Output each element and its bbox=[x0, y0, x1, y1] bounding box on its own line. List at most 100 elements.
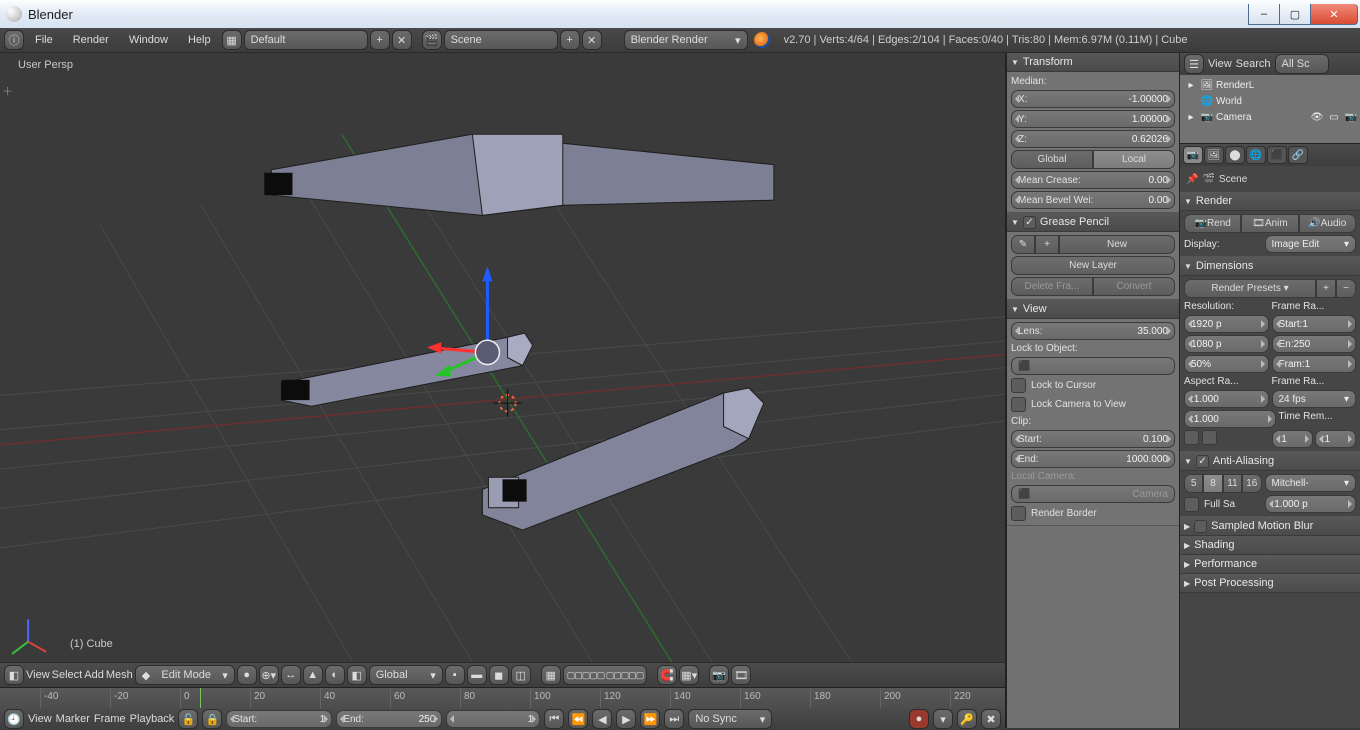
res-x-field[interactable]: 1920 p bbox=[1184, 315, 1269, 333]
timeline-ruler[interactable]: -40 -20 0 20 40 60 80 100 120 140 160 18… bbox=[0, 688, 1005, 708]
tl-menu-playback[interactable]: Playback bbox=[130, 713, 175, 725]
median-y-field[interactable]: Y:1.00000 bbox=[1011, 110, 1175, 128]
editor-type-timeline-icon[interactable]: 🕘 bbox=[4, 709, 24, 729]
tl-preview-range-icon[interactable]: 🔒 bbox=[202, 709, 222, 729]
frame-start-field[interactable]: Start:1 bbox=[1272, 315, 1357, 333]
remap-new-field[interactable]: :1 bbox=[1315, 430, 1356, 448]
panel-dimensions-header[interactable]: ▼Dimensions bbox=[1180, 257, 1360, 276]
screen-layout-icon[interactable]: ▦ bbox=[222, 30, 242, 50]
space-global-button[interactable]: Global bbox=[1011, 150, 1093, 169]
screen-layout-dropdown[interactable]: Default bbox=[244, 30, 368, 50]
full-sample-checkbox[interactable] bbox=[1184, 497, 1199, 512]
outliner-row-renderlayers[interactable]: ▸🖼RenderL bbox=[1180, 77, 1360, 93]
tl-menu-frame[interactable]: Frame bbox=[94, 713, 126, 725]
aspect-x-field[interactable]: :1.000 bbox=[1184, 390, 1269, 408]
screen-layout-remove-button[interactable]: ✕ bbox=[392, 30, 412, 50]
gp-new-button[interactable]: New bbox=[1059, 235, 1175, 254]
view3d-menu-mesh[interactable]: Mesh bbox=[106, 669, 133, 681]
preset-add-button[interactable]: + bbox=[1316, 279, 1336, 298]
outliner-row-world[interactable]: ▸🌐World bbox=[1180, 93, 1360, 109]
shading-solid-icon[interactable]: ● bbox=[237, 665, 257, 685]
tl-key-delete-icon[interactable]: ✖ bbox=[981, 709, 1001, 729]
panel-render-header[interactable]: ▼Render bbox=[1180, 192, 1360, 211]
median-x-field[interactable]: X:-1.00000 bbox=[1011, 90, 1175, 108]
layer-buttons[interactable]: ▢▢▢▢▢ ▢▢▢▢▢ bbox=[563, 665, 648, 685]
clip-start-field[interactable]: Start:0.100 bbox=[1011, 430, 1175, 448]
tl-key-insert-icon[interactable]: 🔑 bbox=[957, 709, 977, 729]
aa-16-button[interactable]: 16 bbox=[1242, 474, 1261, 493]
lock-camera-checkbox[interactable] bbox=[1011, 397, 1026, 412]
panel-transform-header[interactable]: ▼Transform bbox=[1007, 53, 1179, 72]
manipulator-toggle-icon[interactable]: ↔ bbox=[281, 665, 301, 685]
limit-selection-icon[interactable]: ◫ bbox=[511, 665, 531, 685]
space-toggle[interactable]: Global Local bbox=[1011, 150, 1175, 169]
snap-toggle-icon[interactable]: 🧲 bbox=[657, 665, 677, 685]
tl-rangelock-icon[interactable]: 🔓 bbox=[178, 709, 198, 729]
manip-translate-icon[interactable]: ▲ bbox=[303, 665, 323, 685]
outliner-row-camera[interactable]: ▸📷Camera👁▭📷 bbox=[1180, 109, 1360, 125]
panel-shading-header[interactable]: ▶Shading bbox=[1180, 536, 1360, 555]
fps-dropdown[interactable]: 24 fps▾ bbox=[1272, 390, 1357, 408]
props-tab-object-icon[interactable]: ⬛ bbox=[1267, 146, 1287, 164]
render-image-button[interactable]: 📷Rend bbox=[1184, 214, 1241, 233]
border-checkbox[interactable] bbox=[1184, 430, 1199, 445]
median-z-field[interactable]: Z:0.62026 bbox=[1011, 130, 1175, 148]
clip-end-field[interactable]: End:1000.000 bbox=[1011, 450, 1175, 468]
manip-scale-icon[interactable]: ◧ bbox=[347, 665, 367, 685]
res-y-field[interactable]: 1080 p bbox=[1184, 335, 1269, 353]
render-anim-button[interactable]: 🎞Anim bbox=[1241, 214, 1298, 233]
tl-jump-start-icon[interactable]: ⏮ bbox=[544, 709, 564, 729]
eye-icon[interactable]: 👁 bbox=[1310, 110, 1324, 124]
snap-element-icon[interactable]: ▦▾ bbox=[679, 665, 699, 685]
menu-window[interactable]: Window bbox=[120, 31, 177, 49]
mode-dropdown[interactable]: ◆Edit Mode▾ bbox=[135, 665, 235, 685]
tl-jump-end-icon[interactable]: ⏭ bbox=[664, 709, 684, 729]
remap-old-field[interactable]: :1 bbox=[1272, 430, 1313, 448]
aspect-y-field[interactable]: :1.000 bbox=[1184, 410, 1276, 428]
tl-keyframe-prev-icon[interactable]: ⏪ bbox=[568, 709, 588, 729]
menu-render[interactable]: Render bbox=[64, 31, 118, 49]
window-maximize-button[interactable]: ▢ bbox=[1279, 4, 1311, 25]
tl-play-reverse-icon[interactable]: ◀ bbox=[592, 709, 612, 729]
view3d-menu-select[interactable]: Select bbox=[52, 669, 83, 681]
aa-filter-dropdown[interactable]: Mitchell-▾ bbox=[1265, 474, 1357, 492]
orientation-dropdown[interactable]: Global▾ bbox=[369, 665, 443, 685]
scene-browse-icon[interactable]: 🎬 bbox=[422, 30, 442, 50]
render-preview-icon[interactable]: 📷 bbox=[709, 665, 729, 685]
tl-menu-marker[interactable]: Marker bbox=[56, 713, 90, 725]
lens-field[interactable]: Lens:35.000 bbox=[1011, 322, 1175, 340]
tl-sync-dropdown[interactable]: No Sync▾ bbox=[688, 709, 772, 729]
res-pct-field[interactable]: 50% bbox=[1184, 355, 1269, 373]
editor-type-view3d-icon[interactable]: ◧ bbox=[4, 665, 24, 685]
tl-current-field[interactable]: 1 bbox=[446, 710, 540, 728]
toolbar-expand-icon[interactable]: ＋ bbox=[2, 83, 13, 99]
tl-play-icon[interactable]: ▶ bbox=[616, 709, 636, 729]
smb-enable-checkbox[interactable] bbox=[1194, 520, 1207, 533]
aa-11-button[interactable]: 11 bbox=[1223, 474, 1242, 493]
aa-enable-checkbox[interactable] bbox=[1196, 455, 1209, 468]
tl-keyframe-next-icon[interactable]: ⏩ bbox=[640, 709, 660, 729]
gp-convert-button[interactable]: Convert bbox=[1093, 277, 1175, 296]
cursor-icon[interactable]: ▭ bbox=[1327, 110, 1341, 124]
gp-delete-frame-button[interactable]: Delete Fra... bbox=[1011, 277, 1093, 296]
render-presets-dropdown[interactable]: Render Presets ▾ bbox=[1184, 279, 1316, 298]
sel-vertex-icon[interactable]: ▪ bbox=[445, 665, 465, 685]
tl-menu-view[interactable]: View bbox=[28, 713, 52, 725]
aa-size-field[interactable]: :1.000 p bbox=[1265, 495, 1357, 513]
render-anim-preview-icon[interactable]: 🎞 bbox=[731, 665, 751, 685]
scene-add-button[interactable]: + bbox=[560, 30, 580, 50]
frame-step-field[interactable]: Fram:1 bbox=[1272, 355, 1357, 373]
preset-remove-button[interactable]: − bbox=[1336, 279, 1356, 298]
display-dropdown[interactable]: Image Edit▾ bbox=[1265, 235, 1357, 253]
props-tab-constraints-icon[interactable]: 🔗 bbox=[1288, 146, 1308, 164]
view3d-menu-view[interactable]: View bbox=[26, 669, 50, 681]
outliner-menu-view[interactable]: View bbox=[1208, 58, 1232, 70]
screen-layout-add-button[interactable]: + bbox=[370, 30, 390, 50]
view3d-menu-add[interactable]: Add bbox=[84, 669, 104, 681]
tl-start-field[interactable]: Start:1 bbox=[226, 710, 332, 728]
renderable-icon[interactable]: 📷 bbox=[1344, 110, 1358, 124]
panel-aa-header[interactable]: ▼Anti-Aliasing bbox=[1180, 452, 1360, 471]
props-tab-world-icon[interactable]: 🌐 bbox=[1246, 146, 1266, 164]
gp-new-layer-button[interactable]: New Layer bbox=[1011, 256, 1175, 275]
outliner-display-dropdown[interactable]: All Sc bbox=[1275, 54, 1329, 74]
